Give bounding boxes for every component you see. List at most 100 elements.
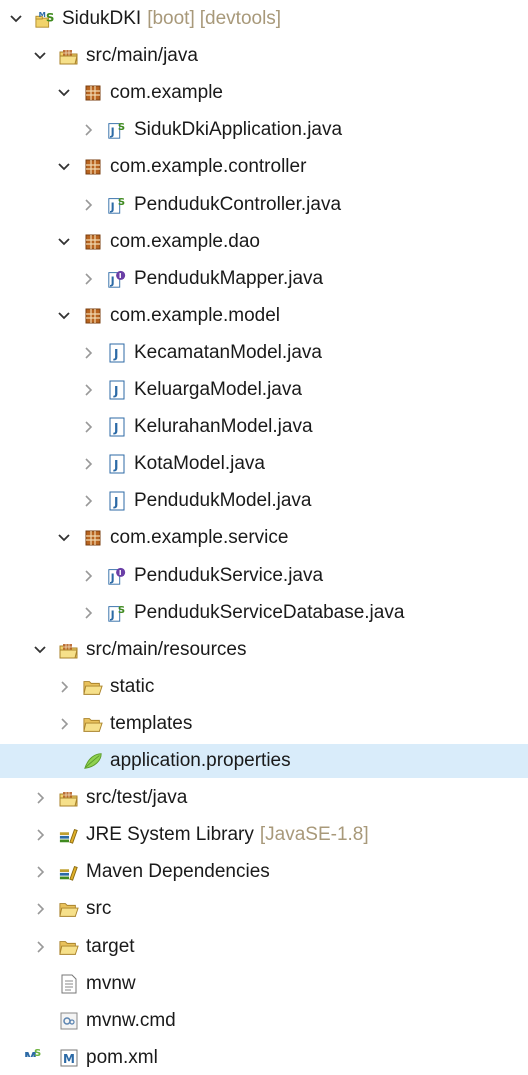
tree-item-mvnw[interactable]: mvnw [0, 967, 528, 1001]
svg-text:J: J [110, 571, 115, 584]
tree-item-com-example-dao[interactable]: com.example.dao [0, 225, 528, 259]
svg-text:J: J [113, 458, 118, 472]
chevron-down-icon[interactable] [30, 46, 50, 66]
chevron-right-icon[interactable] [30, 937, 50, 957]
spring-java-file-icon: J S [107, 195, 127, 215]
tree-item-target[interactable]: target [0, 930, 528, 964]
chevron-right-icon[interactable] [78, 269, 98, 289]
tree-item-pendudukservice-java[interactable]: J I PendudukService.java [0, 559, 528, 593]
folder-icon [59, 937, 79, 957]
maven-pom-icon: M [59, 1048, 79, 1068]
chevron-right-icon[interactable] [78, 566, 98, 586]
tree-item-label: templates [110, 712, 193, 734]
tree-item-label: mvnw.cmd [86, 1009, 176, 1031]
tree-item-pendudukservicedatabase-java[interactable]: J S PendudukServiceDatabase.java [0, 596, 528, 630]
package-icon [83, 83, 103, 103]
tree-item-kotamodel-java[interactable]: J KotaModel.java [0, 447, 528, 481]
chevron-right-icon[interactable] [78, 120, 98, 140]
svg-text:J: J [113, 421, 118, 435]
chevron-down-icon[interactable] [54, 83, 74, 103]
tree-item-label: KecamatanModel.java [134, 341, 322, 363]
tree-item-decoration: [JavaSE-1.8] [259, 824, 369, 846]
next-item-partial-icon: MS [22, 1046, 46, 1057]
tree-item-com-example-controller[interactable]: com.example.controller [0, 150, 528, 184]
chevron-down-icon[interactable] [54, 157, 74, 177]
tree-item-application-properties[interactable]: application.properties [0, 744, 528, 778]
tree-item-label: PendudukModel.java [134, 490, 312, 512]
chevron-right-icon[interactable] [30, 788, 50, 808]
chevron-right-icon[interactable] [54, 714, 74, 734]
tree-item-label: target [86, 935, 135, 957]
svg-text:J: J [110, 200, 115, 213]
tree-item-label: com.example.controller [110, 156, 307, 178]
package-icon [83, 232, 103, 252]
svg-text:M: M [63, 1052, 75, 1066]
chevron-right-icon[interactable] [78, 343, 98, 363]
svg-text:I: I [119, 568, 122, 577]
tree-item-sidukdki[interactable]: M S SidukDKI [boot] [devtools] [0, 2, 528, 36]
chevron-right-icon[interactable] [54, 677, 74, 697]
chevron-right-icon[interactable] [78, 380, 98, 400]
tree-item-sidukdkiapplication-java[interactable]: J S SidukDkiApplication.java [0, 113, 528, 147]
chevron-right-icon[interactable] [78, 195, 98, 215]
tree-item-label: src/main/resources [86, 638, 247, 660]
tree-item-pendudukmodel-java[interactable]: J PendudukModel.java [0, 484, 528, 518]
project-explorer-tree: M S SidukDKI [boot] [devtools] src/main/jav… [0, 0, 528, 1068]
tree-item-label: Maven Dependencies [86, 861, 270, 883]
tree-item-com-example-model[interactable]: com.example.model [0, 299, 528, 333]
tree-item-templates[interactable]: templates [0, 707, 528, 741]
tree-item-label: PendudukMapper.java [134, 267, 324, 289]
tree-item-src-test-java[interactable]: src/test/java [0, 781, 528, 815]
package-icon [83, 306, 103, 326]
tree-item-kelurahanmodel-java[interactable]: J KelurahanModel.java [0, 410, 528, 444]
tree-item-label: src [86, 898, 112, 920]
chevron-right-icon[interactable] [30, 825, 50, 845]
tree-item-pendudukcontroller-java[interactable]: J S PendudukController.java [0, 188, 528, 222]
chevron-right-icon[interactable] [78, 417, 98, 437]
chevron-right-icon[interactable] [78, 491, 98, 511]
chevron-down-icon[interactable] [30, 640, 50, 660]
chevron-down-icon[interactable] [6, 9, 26, 29]
chevron-down-icon[interactable] [54, 528, 74, 548]
folder-icon [59, 899, 79, 919]
tree-item-jre-system-library[interactable]: JRE System Library [JavaSE-1.8] [0, 818, 528, 852]
chevron-right-icon[interactable] [78, 603, 98, 623]
chevron-right-icon[interactable] [78, 454, 98, 474]
tree-item-maven-dependencies[interactable]: Maven Dependencies [0, 855, 528, 889]
tree-item-label: mvnw [86, 972, 136, 994]
spring-project-icon: M S [35, 9, 55, 29]
tree-item-decoration: [boot] [147, 8, 195, 29]
tree-item-label: KelurahanModel.java [134, 416, 313, 438]
svg-text:J: J [110, 126, 115, 139]
chevron-right-icon[interactable] [30, 862, 50, 882]
tree-item-src[interactable]: src [0, 892, 528, 926]
tree-item-pom-xml[interactable]: Mpom.xml [0, 1041, 528, 1075]
tree-item-src-main-java[interactable]: src/main/java [0, 39, 528, 73]
tree-item-label: KotaModel.java [134, 453, 265, 475]
tree-item-label: PendudukService.java [134, 564, 324, 586]
library-icon [59, 862, 79, 882]
tree-item-com-example-service[interactable]: com.example.service [0, 521, 528, 555]
chevron-down-icon[interactable] [54, 306, 74, 326]
tree-item-label: com.example.service [110, 527, 289, 549]
source-folder-icon [59, 788, 79, 808]
tree-item-mvnw-cmd[interactable]: mvnw.cmd [0, 1004, 528, 1038]
chevron-down-icon[interactable] [54, 232, 74, 252]
chevron-right-icon[interactable] [30, 899, 50, 919]
tree-item-keluargamodel-java[interactable]: J KeluargaModel.java [0, 373, 528, 407]
tree-item-kecamatanmodel-java[interactable]: J KecamatanModel.java [0, 336, 528, 370]
tree-item-pendudukmapper-java[interactable]: J I PendudukMapper.java [0, 262, 528, 296]
java-interface-file-icon: J I [107, 269, 127, 289]
source-folder-icon [59, 640, 79, 660]
svg-text:S: S [118, 122, 125, 133]
tree-item-com-example[interactable]: com.example [0, 76, 528, 110]
tree-item-label: pom.xml [86, 1046, 158, 1068]
tree-item-static[interactable]: static [0, 670, 528, 704]
java-file-icon: J [107, 417, 127, 437]
tree-item-label: com.example.dao [110, 230, 260, 252]
tree-item-src-main-resources[interactable]: src/main/resources [0, 633, 528, 667]
tree-item-label: JRE System Library [86, 824, 254, 846]
